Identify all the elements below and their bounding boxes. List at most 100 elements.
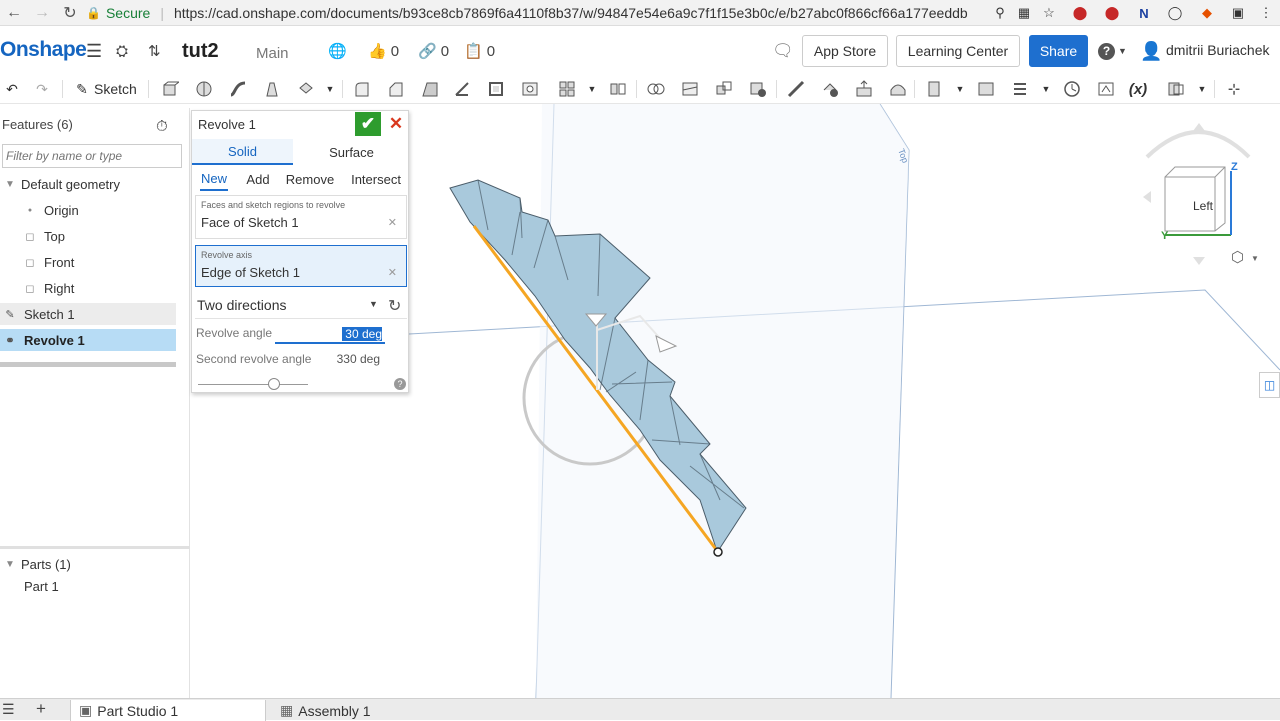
hamburger-menu-icon[interactable]: ☰ — [86, 40, 102, 62]
delete-part-icon[interactable] — [746, 78, 770, 100]
angle-slider-track[interactable] — [198, 384, 308, 385]
tree-sketch-1[interactable]: ✎ Sketch 1 — [0, 303, 176, 325]
flip-direction-icon[interactable]: ↻ — [388, 296, 401, 316]
user-name[interactable]: dmitrii Buriachek — [1166, 42, 1269, 58]
delete-face-icon[interactable] — [818, 78, 842, 100]
chevron-down-icon[interactable]: ▼ — [1251, 254, 1259, 263]
fillet-icon[interactable] — [350, 78, 374, 100]
op-add[interactable]: Add — [244, 167, 272, 191]
replace-face-icon[interactable] — [886, 78, 910, 100]
mirror-icon[interactable] — [606, 78, 630, 100]
tree-parts-header[interactable]: ▼ Parts (1) — [2, 553, 178, 575]
custom-features-icon[interactable] — [1164, 78, 1188, 100]
chevron-down-icon[interactable]: ▼ — [1190, 78, 1214, 100]
forward-icon[interactable]: → — [28, 0, 56, 26]
plane-icon[interactable] — [922, 78, 946, 100]
hole-icon[interactable] — [518, 78, 542, 100]
boolean-icon[interactable] — [644, 78, 668, 100]
chevron-down-icon[interactable]: ▼ — [580, 78, 604, 100]
branch-icon[interactable]: ⇅ — [148, 40, 161, 62]
rib-icon[interactable] — [450, 78, 474, 100]
axis-selection-field[interactable]: Revolve axis Edge of Sketch 1 ✕ — [195, 245, 407, 287]
chevron-down-icon[interactable]: ▼ — [318, 78, 342, 100]
copies-button[interactable]: 📋 0 — [464, 40, 495, 62]
translate-icon[interactable]: ▦ — [1014, 3, 1034, 23]
appearance-panel-icon[interactable]: ◫ — [1259, 372, 1280, 398]
version-graph-icon[interactable]: ⛭ — [116, 40, 128, 62]
shell-icon[interactable] — [484, 78, 508, 100]
chevron-down-icon[interactable]: ▼ — [369, 299, 378, 309]
rollback-timer-icon[interactable]: ⏱ — [156, 118, 168, 135]
helix-icon[interactable] — [1008, 78, 1032, 100]
chevron-down-icon[interactable]: ▼ — [1034, 78, 1058, 100]
adblock-icon[interactable]: ⬤ — [1070, 3, 1090, 23]
menu-dots-icon[interactable]: ⋮ — [1256, 3, 1276, 23]
op-new[interactable]: New — [200, 167, 228, 191]
tab-assembly-1[interactable]: ▦ Assembly 1 — [276, 700, 472, 721]
address-bar[interactable]: 🔒 Secure | https://cad.onshape.com/docum… — [86, 2, 976, 23]
tab-list-menu-icon[interactable]: ☰ — [2, 701, 15, 718]
tree-front-plane[interactable]: ◻ Front — [22, 251, 198, 273]
sketch-pencil-icon[interactable]: ✎ — [70, 78, 94, 100]
mate-connector-icon[interactable] — [974, 78, 998, 100]
reload-icon[interactable]: ↻ — [56, 0, 84, 26]
view-mode-icon[interactable]: ⬡ — [1231, 248, 1244, 266]
links-button[interactable]: 🔗 0 — [418, 40, 449, 62]
modify-fillet-icon[interactable] — [784, 78, 808, 100]
tree-top-plane[interactable]: ◻ Top — [22, 225, 198, 247]
help-icon[interactable]: ? — [394, 378, 406, 390]
key-icon[interactable]: ⚲ — [990, 3, 1010, 23]
cancel-button[interactable]: ✕ — [386, 113, 406, 135]
redo-icon[interactable]: ↷ — [30, 78, 54, 100]
undo-icon[interactable]: ↶ — [0, 78, 24, 100]
help-menu-button[interactable]: ? ▼ — [1098, 40, 1127, 62]
split-icon[interactable] — [678, 78, 702, 100]
back-icon[interactable]: ← — [0, 0, 28, 26]
n-extension-icon[interactable]: N — [1134, 3, 1154, 23]
learning-center-button[interactable]: Learning Center — [896, 35, 1020, 67]
move-face-icon[interactable] — [852, 78, 876, 100]
revolve-icon[interactable] — [192, 78, 216, 100]
parts-divider[interactable] — [0, 546, 190, 549]
chevron-down-icon[interactable]: ▼ — [948, 78, 972, 100]
clear-icon[interactable]: ✕ — [388, 216, 397, 229]
extrude-icon[interactable] — [158, 78, 182, 100]
tab-solid[interactable]: Solid — [192, 139, 293, 165]
feature-filter-input[interactable] — [2, 144, 182, 168]
draft-icon[interactable] — [418, 78, 442, 100]
app-store-button[interactable]: App Store — [802, 35, 888, 67]
star-icon[interactable]: ☆ — [1039, 3, 1059, 23]
transform-icon[interactable] — [712, 78, 736, 100]
onshape-logo[interactable]: Onshape — [0, 38, 87, 62]
share-button[interactable]: Share — [1029, 35, 1088, 67]
tree-right-plane[interactable]: ◻ Right — [22, 277, 198, 299]
clear-icon[interactable]: ✕ — [388, 266, 397, 279]
extension-icon[interactable]: ⬤ — [1102, 3, 1122, 23]
direction-select[interactable]: Two directions — [197, 297, 286, 313]
op-intersect[interactable]: Intersect — [351, 167, 401, 191]
measure-icon[interactable] — [1060, 78, 1084, 100]
mass-properties-icon[interactable] — [1094, 78, 1118, 100]
user-avatar-icon[interactable]: 👤 — [1140, 40, 1162, 62]
dialog-title[interactable]: Revolve 1 — [198, 117, 256, 132]
tab-part-studio-1[interactable]: ▣ Part Studio 1 — [70, 700, 266, 721]
globe-icon[interactable]: 🌐 — [328, 40, 347, 62]
op-remove[interactable]: Remove — [286, 167, 334, 191]
tree-origin[interactable]: ● Origin — [22, 199, 198, 221]
variable-icon[interactable]: (x) — [1126, 78, 1150, 100]
workspace-name[interactable]: Main — [256, 45, 289, 62]
confirm-button[interactable]: ✔ — [355, 112, 381, 136]
angle-slider-thumb[interactable] — [268, 378, 280, 390]
tree-default-geometry[interactable]: ▼ Default geometry — [2, 173, 178, 195]
puzzle-extension-icon[interactable]: ▣ — [1228, 3, 1248, 23]
fox-extension-icon[interactable]: ◆ — [1197, 3, 1217, 23]
add-tab-icon[interactable]: + — [36, 699, 46, 719]
loft-icon[interactable] — [260, 78, 284, 100]
tab-surface[interactable]: Surface — [293, 139, 410, 165]
sketch-button[interactable]: Sketch — [94, 81, 137, 97]
add-custom-feature-icon[interactable]: ⊹ — [1222, 78, 1246, 100]
tree-part-1[interactable]: Part 1 — [24, 575, 200, 597]
rollback-bar[interactable] — [0, 362, 176, 367]
chamfer-icon[interactable] — [384, 78, 408, 100]
like-button[interactable]: 👍 0 — [368, 40, 399, 62]
